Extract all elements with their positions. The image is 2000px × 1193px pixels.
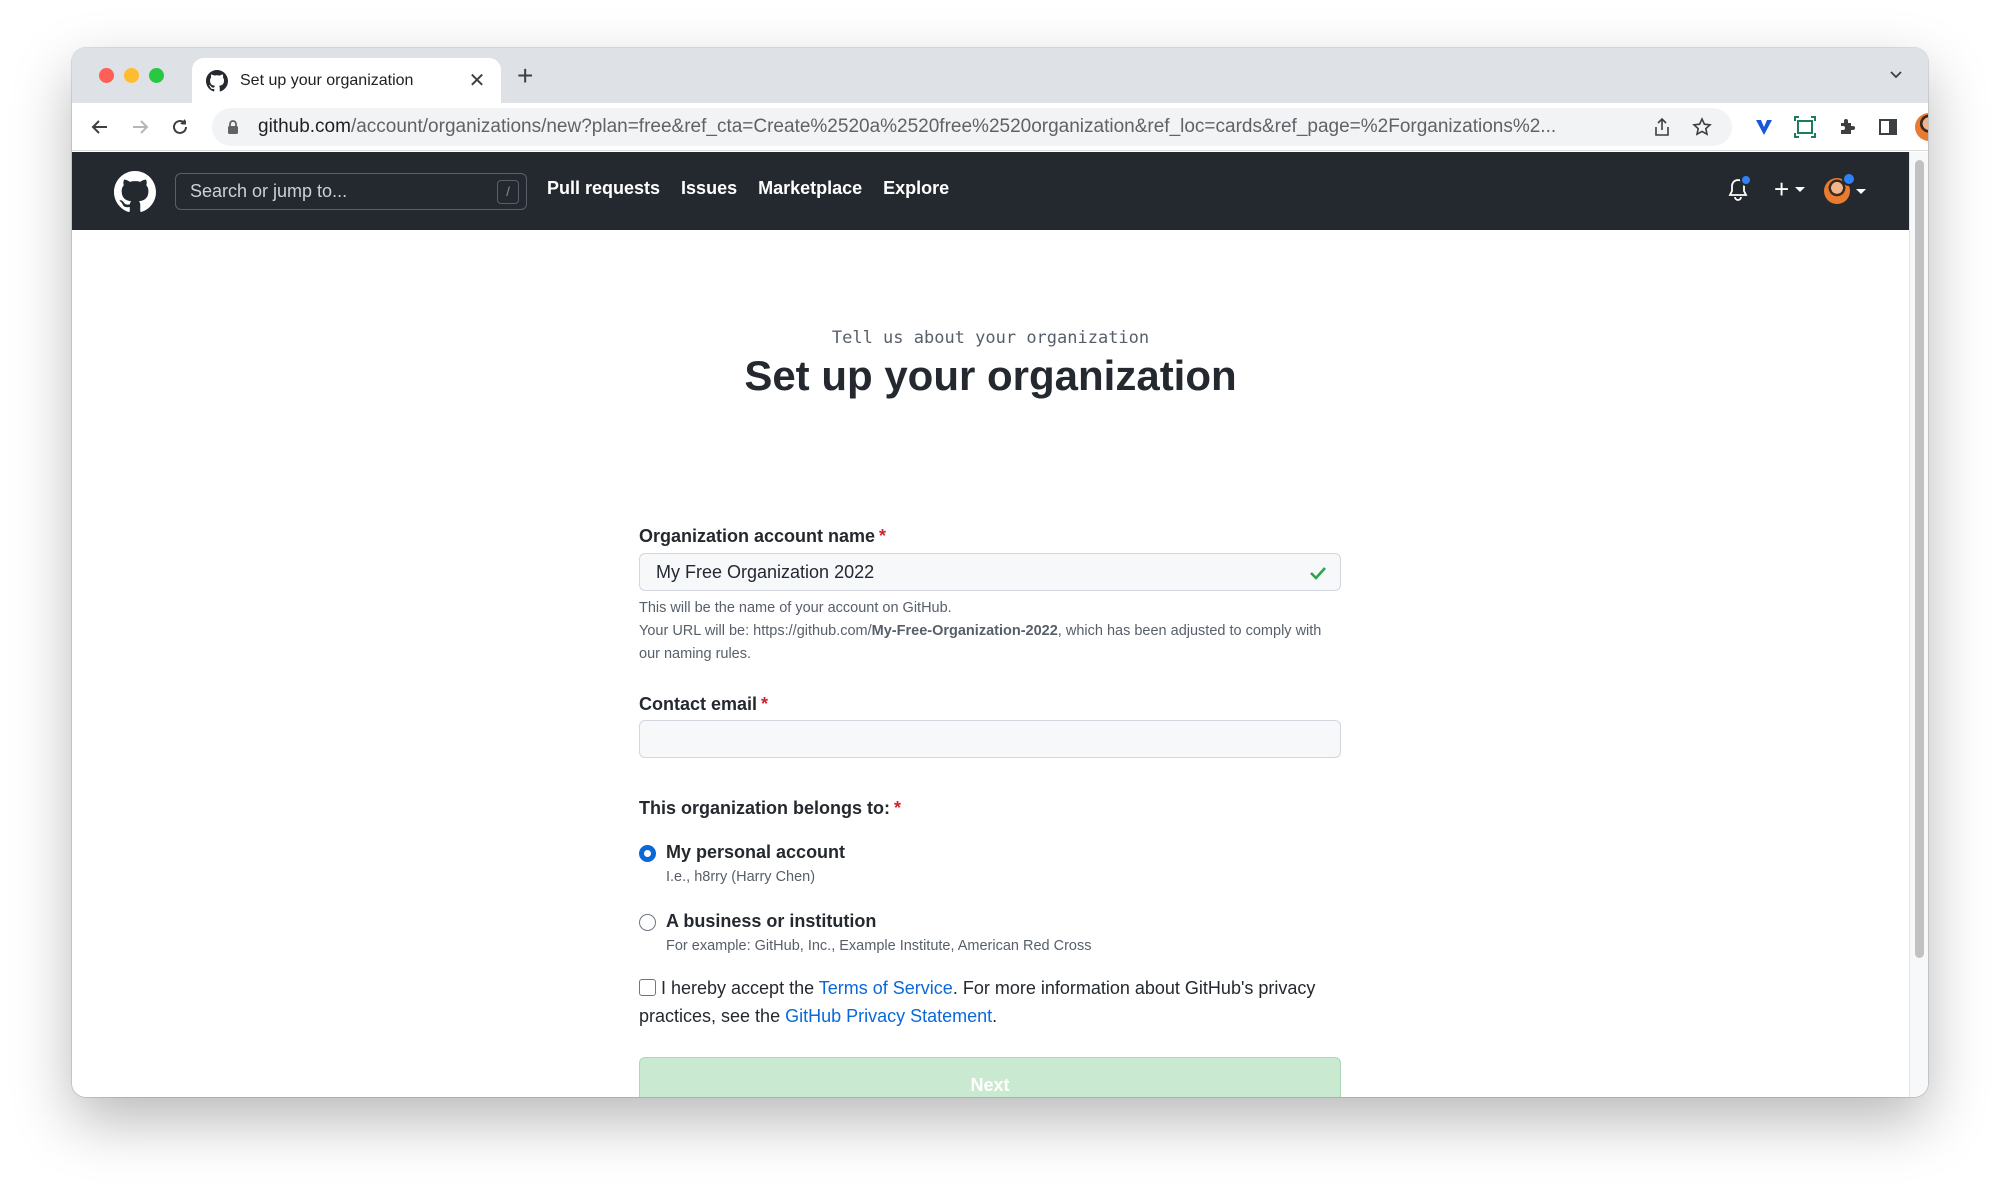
back-arrow-icon[interactable] (88, 115, 112, 139)
page-scrollbar[interactable] (1909, 152, 1928, 1097)
tos-text: I hereby accept the Terms of Service. Fo… (639, 974, 1319, 1030)
github-favicon-icon (206, 69, 228, 92)
required-marker: * (894, 798, 902, 818)
tos-suffix: . (992, 1006, 998, 1026)
url-path: /account/organizations/new?plan=free&ref… (350, 116, 1557, 137)
nav-issues[interactable]: Issues (681, 178, 737, 199)
extensions-puzzle-icon[interactable] (1835, 115, 1859, 139)
tab-strip: Set up your organization ✕ + (72, 48, 1928, 103)
tab-title: Set up your organization (240, 71, 414, 89)
url-slug: My-Free-Organization-2022 (871, 623, 1058, 639)
terms-of-service-link[interactable]: Terms of Service (819, 978, 953, 998)
user-menu-dropdown[interactable] (1824, 172, 1866, 204)
page-eyebrow: Tell us about your organization (831, 328, 1150, 348)
url-prefix: Your URL will be: https://github.com/ (639, 623, 872, 639)
address-bar[interactable]: github.com/account/organizations/new?pla… (212, 108, 1732, 146)
belongs-to-label-text: This organization belongs to: (639, 798, 890, 818)
lock-icon[interactable] (226, 119, 242, 135)
contact-email-field[interactable] (639, 720, 1341, 758)
nav-explore[interactable]: Explore (883, 178, 949, 199)
required-marker: * (761, 694, 769, 714)
option-business-label[interactable]: A business or institution (666, 911, 876, 932)
screenshot-extension-icon[interactable] (1793, 115, 1817, 139)
search-input[interactable]: Search or jump to... / (175, 173, 527, 210)
contact-email-label-text: Contact email (639, 694, 758, 714)
nav-pull-requests[interactable]: Pull requests (547, 178, 660, 199)
tab-search-chevron-icon[interactable] (1888, 66, 1904, 87)
side-panel-icon[interactable] (1876, 115, 1900, 139)
radio-business[interactable] (639, 914, 656, 931)
privacy-statement-link[interactable]: GitHub Privacy Statement (785, 1006, 992, 1026)
option-business-sub: For example: GitHub, Inc., Example Insti… (666, 938, 1092, 954)
caret-down-icon (1795, 186, 1806, 192)
org-name-help: This will be the name of your account on… (639, 597, 1341, 666)
create-new-dropdown[interactable]: + (1774, 174, 1806, 204)
share-icon[interactable] (1650, 115, 1674, 139)
minimize-window-button[interactable] (124, 68, 139, 83)
url-text[interactable]: github.com/account/organizations/new?pla… (258, 116, 1578, 138)
search-shortcut-badge: / (497, 179, 519, 204)
option-personal-sub: I.e., h8rry (Harry Chen) (666, 869, 816, 885)
plus-icon: + (1774, 174, 1790, 204)
org-name-input[interactable]: My Free Organization 2022 (639, 553, 1341, 591)
close-window-button[interactable] (99, 68, 114, 83)
org-name-label: Organization account name * (639, 526, 886, 547)
maximize-window-button[interactable] (149, 68, 164, 83)
belongs-to-label: This organization belongs to: * (639, 798, 901, 819)
header-nav: Pull requests Issues Marketplace Explore (547, 178, 970, 199)
browser-window: Set up your organization ✕ + github.com/… (72, 48, 1928, 1097)
page-title: Set up your organization (744, 352, 1237, 399)
notification-indicator (1740, 174, 1752, 186)
org-name-value: My Free Organization 2022 (656, 561, 875, 582)
status-indicator (1842, 172, 1856, 186)
reload-icon[interactable] (168, 115, 192, 139)
next-button[interactable]: Next (639, 1057, 1341, 1097)
profile-avatar[interactable] (1915, 113, 1928, 141)
page-viewport: Search or jump to... / Pull requests Iss… (72, 152, 1909, 1097)
scrollbar-thumb[interactable] (1915, 160, 1924, 958)
radio-personal-account[interactable] (639, 845, 656, 862)
github-logo-icon[interactable] (114, 171, 156, 213)
new-tab-icon[interactable]: + (517, 62, 533, 90)
required-marker: * (879, 526, 887, 546)
forward-arrow-icon[interactable] (128, 115, 152, 139)
org-name-help-line1: This will be the name of your account on… (639, 600, 952, 616)
option-personal-label[interactable]: My personal account (666, 842, 845, 863)
browser-tab[interactable]: Set up your organization ✕ (192, 58, 501, 103)
browser-toolbar: github.com/account/organizations/new?pla… (72, 103, 1928, 151)
search-placeholder: Search or jump to... (190, 181, 348, 201)
extension-v-icon[interactable] (1752, 115, 1776, 139)
tos-prefix: I hereby accept the (661, 978, 819, 998)
org-name-label-text: Organization account name (639, 526, 876, 546)
github-header: Search or jump to... / Pull requests Iss… (72, 152, 1909, 230)
tab-close-icon[interactable]: ✕ (467, 68, 487, 93)
org-name-help-line2: Your URL will be: https://github.com/My-… (639, 620, 1341, 666)
bookmark-star-icon[interactable] (1690, 115, 1714, 139)
url-host: github.com (258, 116, 351, 137)
check-icon (1308, 563, 1328, 583)
nav-marketplace[interactable]: Marketplace (758, 178, 862, 199)
caret-down-icon (1856, 188, 1866, 194)
contact-email-label: Contact email * (639, 694, 768, 715)
